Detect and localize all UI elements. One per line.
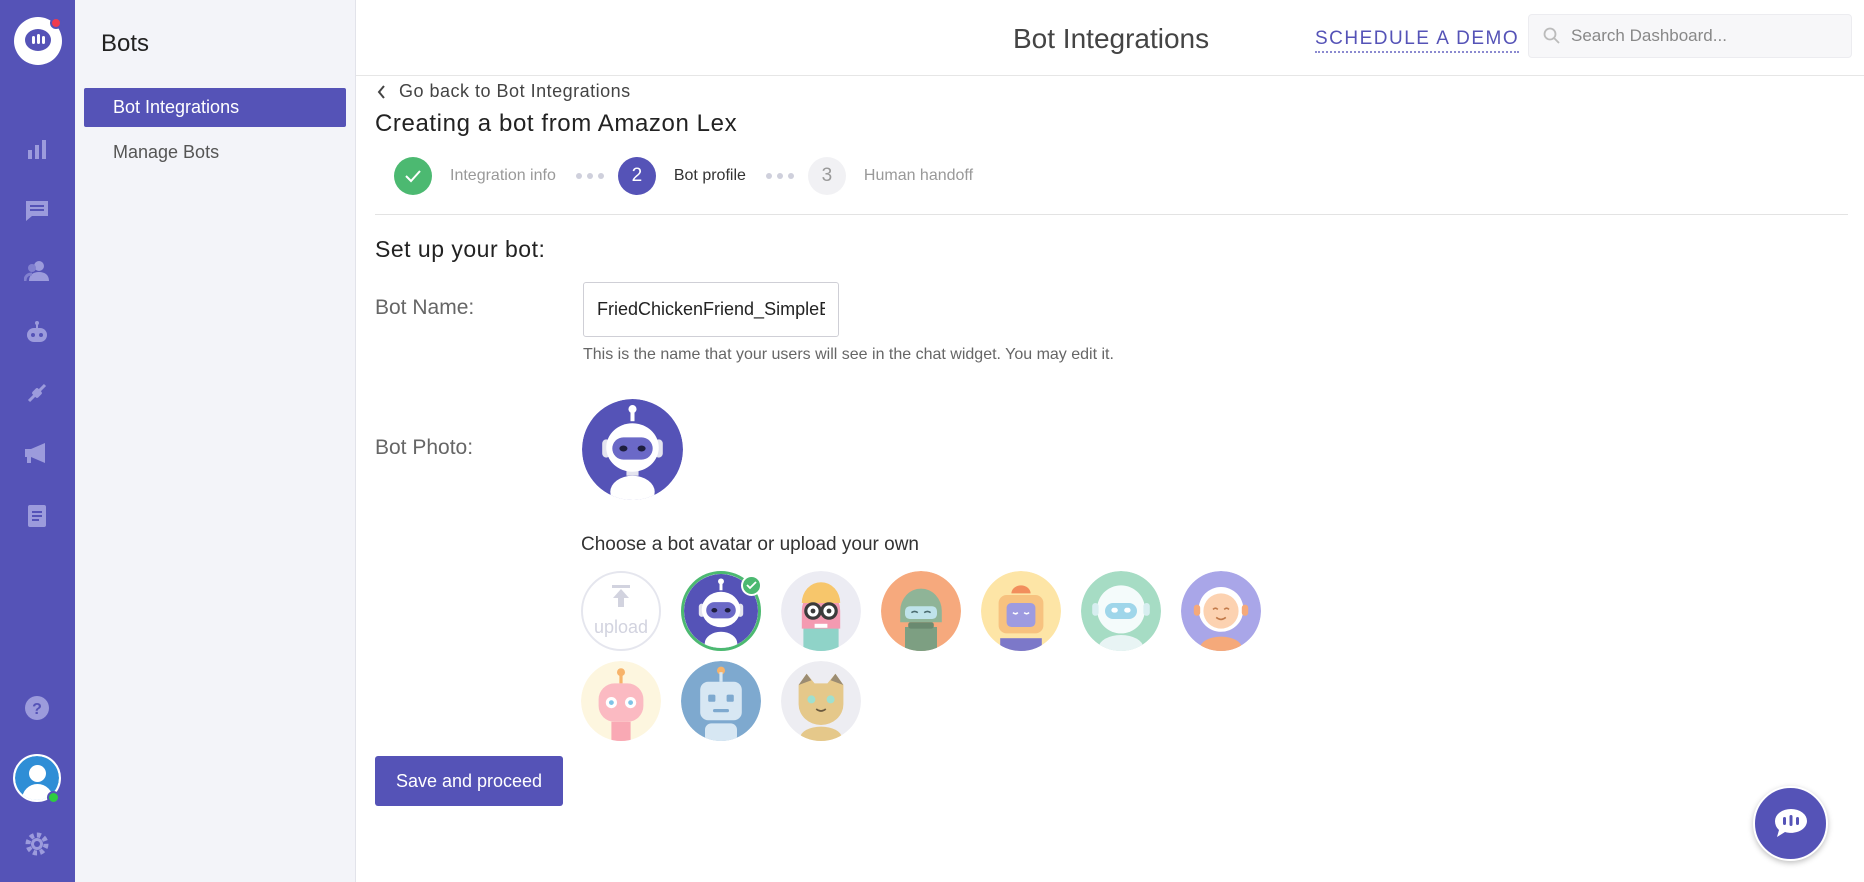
icon-rail: ? [0,0,75,882]
upload-avatar-button[interactable]: upload [581,571,661,651]
page-title: Bot Integrations [1013,23,1210,54]
chat-widget-button[interactable] [1753,786,1828,861]
step-2-number: 2 [617,157,656,195]
stepper: Integration info 2 Bot profile 3 Human h… [394,156,973,196]
campaigns-megaphone-icon[interactable] [22,438,52,468]
top-header: Bot Integrations SCHEDULE A DEMO [356,0,1864,76]
schedule-demo-link[interactable]: SCHEDULE A DEMO [1315,28,1520,53]
back-link-label: Go back to Bot Integrations [399,81,631,101]
bot-photo-label: Bot Photo: [375,436,474,459]
step-3-label: Human handoff [863,167,974,184]
bot-photo-preview [582,399,683,500]
search-box[interactable] [1528,14,1852,58]
svg-text:?: ? [32,701,42,718]
chat-bubble-icon [1774,808,1807,837]
bot-name-input[interactable] [583,282,839,337]
bot-name-hint: This is the name that your users will se… [583,346,1114,363]
bar-chart-icon[interactable] [22,134,52,164]
notification-dot [50,17,62,29]
chat-logo-icon[interactable] [14,17,62,65]
avatar-glasses-robot[interactable] [781,571,861,651]
chevron-left-icon [377,84,385,99]
bot-icon[interactable] [22,318,52,348]
search-input[interactable] [1571,15,1841,57]
users-icon[interactable] [22,256,52,286]
step-separator [575,173,604,179]
bot-name-label: Bot Name: [375,296,475,319]
main-content: Go back to Bot Integrations Creating a b… [356,76,1864,882]
avatar-green-helmet-robot[interactable] [881,571,961,651]
upload-arrow-icon [612,585,630,607]
avatar-orange-face-bot[interactable] [1181,571,1261,651]
selected-check-icon [741,575,762,596]
step-1-complete-icon [394,157,432,195]
bots-sidebar: Bots Bot Integrations Manage Bots [75,0,356,882]
upload-label: upload [593,617,649,637]
setup-title: Set up your bot: [375,236,546,262]
docs-icon[interactable] [22,501,52,531]
sidebar-title: Bots [101,30,150,57]
conversations-icon[interactable] [22,196,52,226]
back-link[interactable]: Go back to Bot Integrations [377,81,631,102]
step-3-number: 3 [807,157,846,195]
sidebar-item-manage-bots[interactable]: Manage Bots [84,133,346,172]
page-heading: Creating a bot from Amazon Lex [375,110,738,137]
save-and-proceed-button[interactable]: Save and proceed [375,756,563,806]
divider [375,214,1848,215]
integrations-icon[interactable] [22,378,52,408]
avatar-white-helmet-bot[interactable] [1081,571,1161,651]
sidebar-item-bot-integrations[interactable]: Bot Integrations [84,88,346,127]
checkmark-icon [405,170,421,183]
search-icon [1543,27,1560,44]
step-separator [765,173,794,179]
help-icon[interactable]: ? [22,693,52,723]
online-status-dot [47,791,60,804]
step-1-label: Integration info [450,167,556,184]
avatar-chooser-title: Choose a bot avatar or upload your own [581,534,919,555]
avatar-cat-bot[interactable] [781,661,861,741]
avatar-pink-bot[interactable] [581,661,661,741]
step-2-label: Bot profile [673,167,746,184]
avatar-yellow-bot[interactable] [981,571,1061,651]
avatar-blue-square-bot[interactable] [681,661,761,741]
settings-gear-icon[interactable] [22,829,52,859]
